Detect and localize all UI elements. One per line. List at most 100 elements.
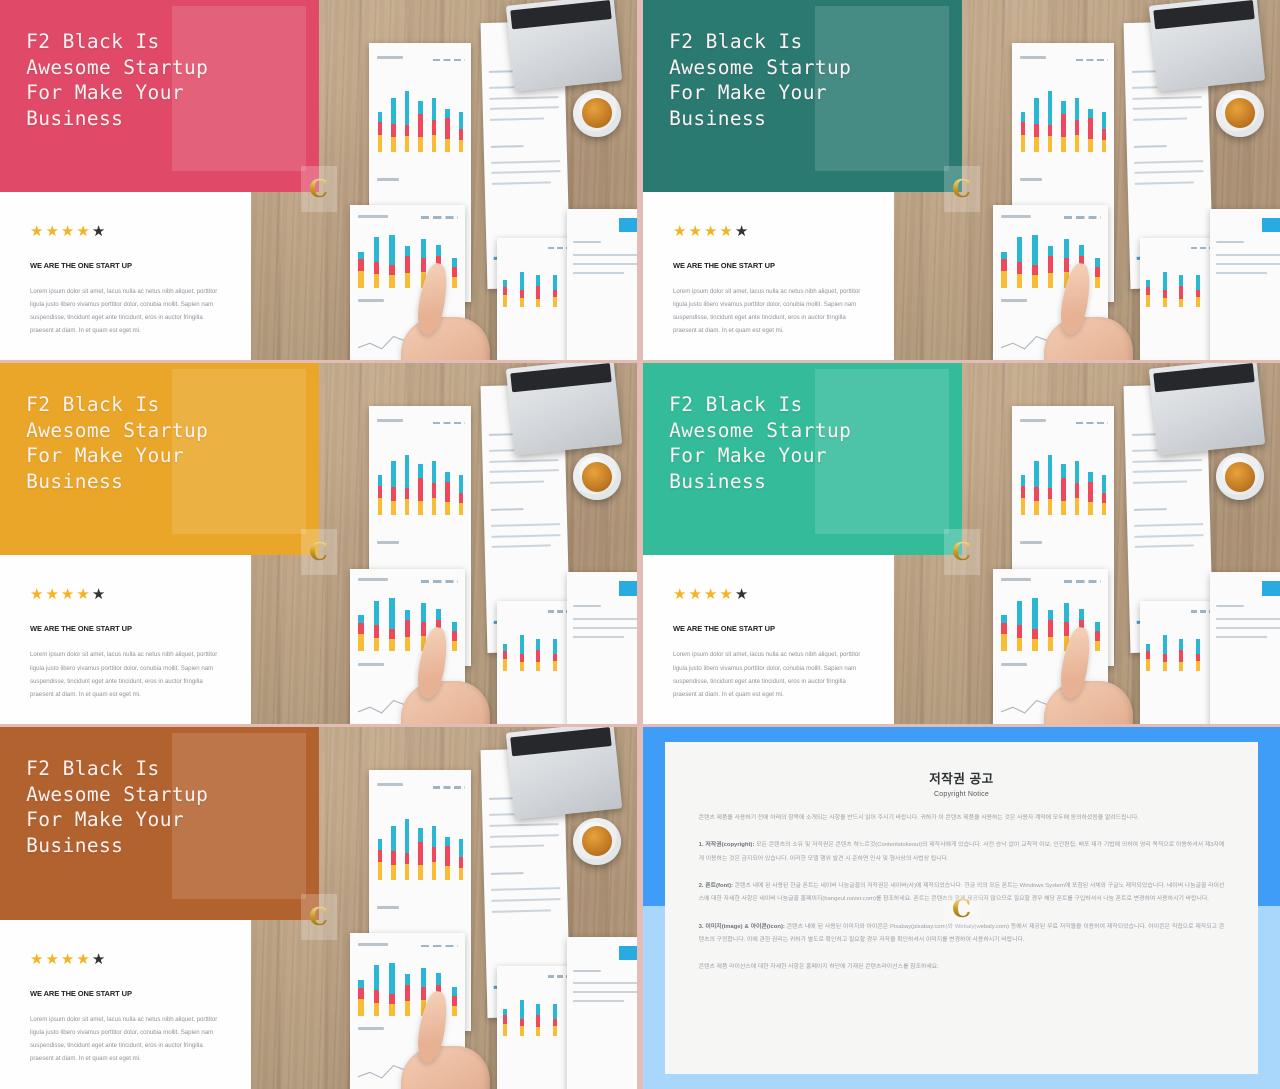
bar-chart xyxy=(1146,629,1217,671)
laptop-photo xyxy=(505,0,623,92)
template-slide-amber[interactable]: F2 Black Is Awesome Startup For Make You… xyxy=(0,363,637,724)
copyright-notice-slide[interactable]: 저작권 공고 Copyright Notice 콘텐츠 제품을 사용하기 전에 … xyxy=(643,727,1280,1089)
star-icon-off: ★ xyxy=(91,222,108,240)
paper-legend xyxy=(432,58,466,62)
paper-title-bar xyxy=(358,214,389,218)
paper-legend xyxy=(421,216,459,219)
star-icon: ★ xyxy=(60,586,77,604)
laptop-photo xyxy=(1148,363,1266,456)
template-slide-teal[interactable]: F2 Black Is Awesome Startup For Make You… xyxy=(643,0,1280,360)
info-card[interactable]: ★★★★★ WE ARE THE ONE START UP Lorem ipsu… xyxy=(643,191,894,360)
card-body: Lorem ipsum dolor sit amet, lacus nulla … xyxy=(30,651,218,698)
star-icon-off: ★ xyxy=(734,222,751,240)
star-icon: ★ xyxy=(673,586,689,604)
star-icon: ★ xyxy=(30,950,46,968)
star-rating: ★★★★★ xyxy=(30,952,229,967)
document-paper-small xyxy=(566,208,637,360)
copyright-outro: 콘텐츠 제품 라이선스에 대한 자세한 사항은 홈페이지 하단에 기재된 콘텐츠… xyxy=(698,964,939,971)
info-card[interactable]: ★★★★★ WE ARE THE ONE START UP Lorem ipsu… xyxy=(643,555,894,724)
star-icon-off: ★ xyxy=(91,586,108,604)
document-paper-small xyxy=(1209,208,1280,360)
card-title: WE ARE THE ONE START UP xyxy=(673,624,775,634)
star-icon: ★ xyxy=(703,222,720,240)
star-rating: ★★★★★ xyxy=(30,224,229,239)
star-icon: ★ xyxy=(76,586,92,604)
star-icon: ★ xyxy=(30,222,46,240)
slide-headline: F2 Black Is Awesome Startup For Make You… xyxy=(669,29,852,130)
star-icon: ★ xyxy=(45,586,61,604)
headline-overlay: F2 Black Is Awesome Startup For Make You… xyxy=(0,727,320,920)
info-card[interactable]: ★★★★★ WE ARE THE ONE START UP Lorem ipsu… xyxy=(0,555,251,724)
document-paper-small xyxy=(566,936,637,1089)
headline-overlay: F2 Black Is Awesome Startup For Make You… xyxy=(643,0,963,192)
headline-overlay: F2 Black Is Awesome Startup For Make You… xyxy=(0,363,320,556)
bar-chart xyxy=(1020,85,1107,153)
section-label: 1. 저작권(copyright): xyxy=(698,842,755,849)
template-slide-green[interactable]: F2 Black Is Awesome Startup For Make You… xyxy=(643,363,1280,724)
section-label: 3. 이미지(image) & 아이콘(icon): xyxy=(698,923,785,930)
template-slide-pink[interactable]: F2 Black Is Awesome Startup For Make You… xyxy=(0,0,637,360)
slide-headline: F2 Black Is Awesome Startup For Make You… xyxy=(669,392,852,494)
bar-chart xyxy=(377,448,464,516)
star-icon: ★ xyxy=(76,950,92,968)
star-rating: ★★★★★ xyxy=(673,224,872,239)
card-body: Lorem ipsum dolor sit amet, lacus nulla … xyxy=(30,287,218,335)
template-slide-brown[interactable]: F2 Black Is Awesome Startup For Make You… xyxy=(0,727,637,1089)
template-gallery-grid: F2 Black Is Awesome Startup For Make You… xyxy=(0,0,1280,1089)
star-icon: ★ xyxy=(30,586,46,604)
bar-chart xyxy=(1146,265,1217,308)
star-icon: ★ xyxy=(719,586,735,604)
section-label: 2. 폰트(font): xyxy=(698,883,734,890)
headline-overlay: F2 Black Is Awesome Startup For Make You… xyxy=(643,363,963,556)
star-icon: ★ xyxy=(673,222,689,240)
coffee-mug-photo xyxy=(573,453,622,501)
copyright-card: 저작권 공고 Copyright Notice 콘텐츠 제품을 사용하기 전에 … xyxy=(664,742,1259,1074)
laptop-photo xyxy=(505,727,623,820)
star-icon: ★ xyxy=(688,222,704,240)
card-title: WE ARE THE ONE START UP xyxy=(30,260,132,270)
coffee-mug-photo xyxy=(1216,90,1265,137)
star-rating: ★★★★★ xyxy=(30,587,229,602)
star-rating: ★★★★★ xyxy=(673,587,872,602)
star-icon: ★ xyxy=(719,222,735,240)
copyright-section: 3. 이미지(image) & 아이콘(icon): 콘텐츠 내에 된 사용된 … xyxy=(699,921,1225,948)
bar-chart xyxy=(1020,448,1107,516)
section-text: 모든 콘텐츠의 소유 및 저작권은 콘텐츠 하느르것(Contentstokeo… xyxy=(698,842,1225,862)
laptop-photo xyxy=(505,363,623,456)
bar-chart xyxy=(503,993,574,1036)
star-icon: ★ xyxy=(45,950,61,968)
bar-chart xyxy=(377,812,464,880)
card-title: WE ARE THE ONE START UP xyxy=(673,260,775,270)
coffee-mug-photo xyxy=(573,817,622,865)
copyright-section: 1. 저작권(copyright): 모든 콘텐츠의 소유 및 저작권은 콘텐츠… xyxy=(699,839,1225,866)
headline-overlay: F2 Black Is Awesome Startup For Make You… xyxy=(0,0,320,192)
info-card[interactable]: ★★★★★ WE ARE THE ONE START UP Lorem ipsu… xyxy=(0,919,251,1089)
card-body: Lorem ipsum dolor sit amet, lacus nulla … xyxy=(30,1015,218,1063)
slide-headline: F2 Black Is Awesome Startup For Make You… xyxy=(26,392,209,494)
star-icon: ★ xyxy=(60,950,77,968)
star-icon: ★ xyxy=(45,222,61,240)
star-icon-off: ★ xyxy=(91,950,108,968)
copyright-section: 2. 폰트(font): 콘텐츠 내에 된 사용된 한글 폰트는 네이버 나눔글… xyxy=(699,880,1225,907)
slide-headline: F2 Black Is Awesome Startup For Make You… xyxy=(26,29,209,130)
star-icon: ★ xyxy=(60,222,77,240)
coffee-mug-photo xyxy=(573,90,622,137)
copyright-title: 저작권 공고 xyxy=(929,772,994,787)
copyright-intro: 콘텐츠 제품을 사용하기 전에 아래의 항목에 소개되는 사항을 반드시 읽어 … xyxy=(698,815,1139,822)
section-text: 콘텐츠 내에 된 사용된 한글 폰트는 네이버 나눔글꼴의 저작권은 네이버(사… xyxy=(698,883,1225,903)
card-body: Lorem ipsum dolor sit amet, lacus nulla … xyxy=(673,287,861,335)
star-icon-off: ★ xyxy=(734,586,751,604)
laptop-photo xyxy=(1148,0,1266,92)
card-title: WE ARE THE ONE START UP xyxy=(30,988,132,998)
bar-chart xyxy=(503,265,574,308)
info-card[interactable]: ★★★★★ WE ARE THE ONE START UP Lorem ipsu… xyxy=(0,191,251,360)
card-body: Lorem ipsum dolor sit amet, lacus nulla … xyxy=(673,651,861,698)
star-icon: ★ xyxy=(703,586,720,604)
slide-headline: F2 Black Is Awesome Startup For Make You… xyxy=(26,756,209,858)
bar-chart xyxy=(377,85,464,153)
star-icon: ★ xyxy=(688,586,704,604)
paper-subtitle-bar xyxy=(376,177,399,181)
document-paper-small xyxy=(1209,572,1280,724)
document-paper-small xyxy=(566,572,637,724)
card-title: WE ARE THE ONE START UP xyxy=(30,624,132,634)
